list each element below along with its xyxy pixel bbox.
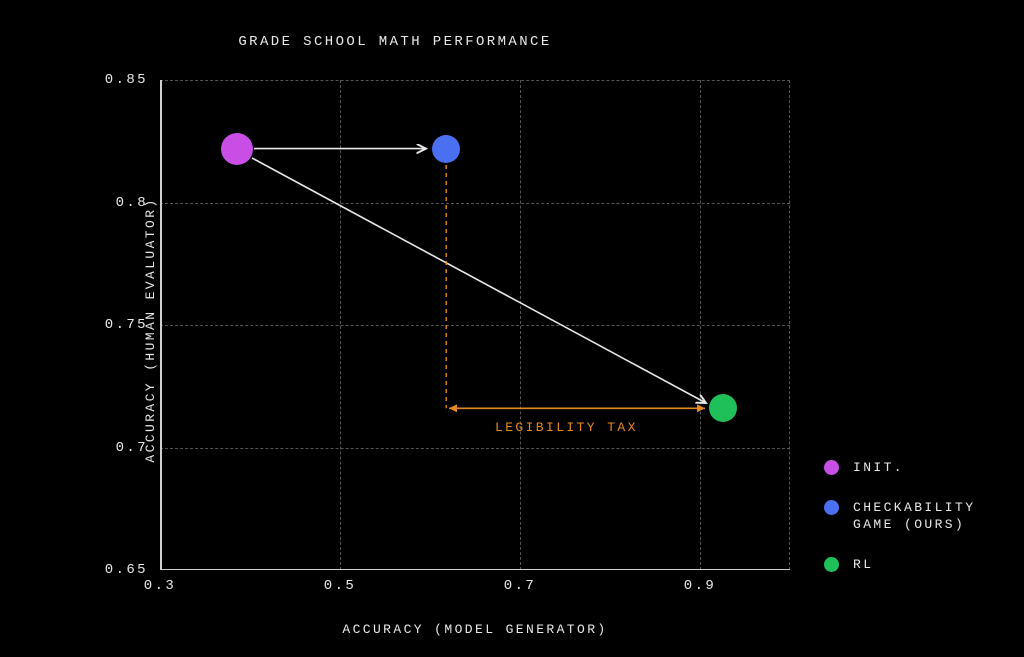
y-tick-label: 0.7	[116, 440, 148, 456]
y-tick-label: 0.75	[105, 317, 148, 333]
point-rl	[709, 394, 737, 422]
x-tick-label: 0.3	[144, 578, 176, 594]
legend-label: CHECKABILITY GAME (OURS)	[853, 499, 975, 534]
legend: INIT. CHECKABILITY GAME (OURS) RL	[824, 459, 975, 595]
legend-item-rl: RL	[824, 556, 975, 574]
chart-container: GRADE SCHOOL MATH PERFORMANCE ACCURACY (…	[0, 0, 1024, 657]
y-tick-label: 0.65	[105, 562, 148, 578]
legend-item-init: INIT.	[824, 459, 975, 477]
x-tick-label: 0.7	[504, 578, 536, 594]
x-tick-label: 0.9	[684, 578, 716, 594]
legend-dot-icon	[824, 557, 839, 572]
chart-arrows	[160, 80, 790, 570]
legend-label-line: GAME (OURS)	[853, 517, 965, 532]
x-axis-label: ACCURACY (MODEL GENERATOR)	[160, 622, 790, 637]
legend-label-line: CHECKABILITY	[853, 500, 975, 515]
arrow-init-to-rl	[252, 158, 706, 403]
legend-dot-icon	[824, 460, 839, 475]
legend-label: RL	[853, 556, 873, 574]
legibility-tax-label: LEGIBILITY TAX	[495, 420, 638, 435]
point-init	[221, 133, 253, 165]
legend-dot-icon	[824, 500, 839, 515]
plot-area: LEGIBILITY TAX	[160, 80, 790, 570]
legend-item-ours: CHECKABILITY GAME (OURS)	[824, 499, 975, 534]
x-tick-label: 0.5	[324, 578, 356, 594]
legend-label: INIT.	[853, 459, 904, 477]
y-tick-label: 0.8	[116, 195, 148, 211]
point-checkability-game	[432, 135, 460, 163]
chart-title: GRADE SCHOOL MATH PERFORMANCE	[0, 34, 790, 50]
y-tick-label: 0.85	[105, 72, 148, 88]
